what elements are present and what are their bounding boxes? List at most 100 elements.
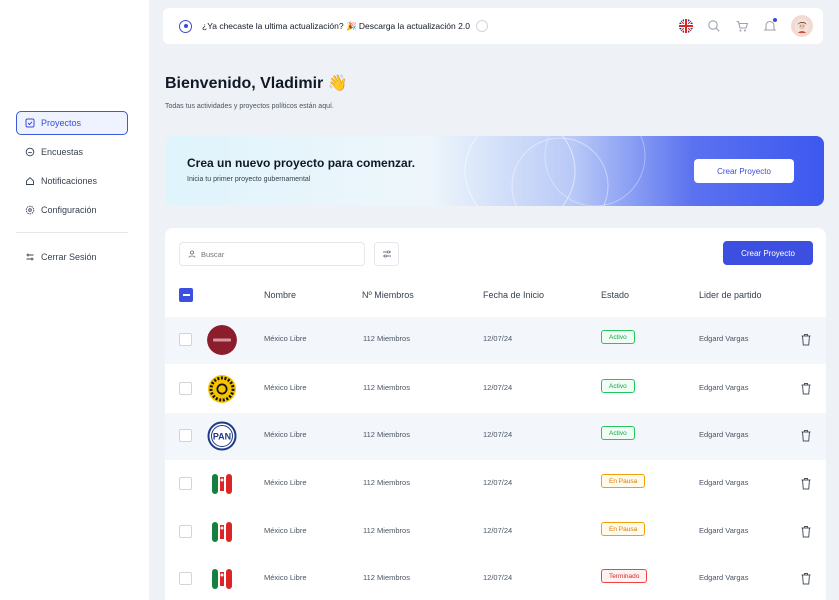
party-leader: Edgard Vargas [699, 334, 749, 343]
notification-bell-icon[interactable] [763, 18, 777, 33]
project-date: 12/07/24 [483, 526, 513, 535]
column-header-miembros[interactable]: Nº Miembros [362, 290, 414, 300]
party-leader: Edgard Vargas [699, 430, 749, 439]
pri-logo [207, 469, 237, 499]
project-date: 12/07/24 [483, 430, 513, 439]
prd-sun-logo [207, 374, 237, 404]
table-row[interactable]: PAN México Libre 112 Miembros 12/07/24 A… [165, 413, 826, 460]
pan-logo: PAN [207, 421, 237, 451]
banner-create-project-button[interactable]: Crear Proyecto [694, 159, 794, 183]
party-leader: Edgard Vargas [699, 383, 749, 392]
banner-title: Crea un nuevo proyecto para comenzar. [187, 156, 416, 170]
project-date: 12/07/24 [483, 383, 513, 392]
select-all-checkbox[interactable] [179, 288, 193, 302]
project-members: 112 Miembros [363, 573, 410, 582]
project-members: 112 Miembros [363, 383, 410, 392]
row-checkbox[interactable] [179, 477, 192, 490]
row-checkbox[interactable] [179, 382, 192, 395]
filter-button[interactable] [374, 242, 399, 266]
status-badge: Activo [601, 330, 635, 344]
sidebar-item-notificaciones[interactable]: Notificaciones [16, 169, 128, 193]
project-name: México Libre [264, 526, 307, 535]
table-row[interactable]: México Libre 112 Miembros 12/07/24 Activ… [165, 366, 826, 413]
column-header-lider[interactable]: Lider de partido [699, 290, 762, 300]
page-title: Bienvenido, Vladimir 👋 [165, 75, 348, 92]
sidebar: Proyectos Encuestas Notificaciones Confi… [0, 0, 149, 600]
logout-label: Cerrar Sesión [41, 252, 97, 262]
topbar-actions [679, 15, 813, 37]
project-date: 12/07/24 [483, 478, 513, 487]
project-name: México Libre [264, 383, 307, 392]
sidebar-item-proyectos[interactable]: Proyectos [16, 111, 128, 135]
trash-icon[interactable] [800, 525, 812, 538]
notification-dot [773, 18, 777, 22]
create-project-banner: Crea un nuevo proyecto para comenzar. In… [165, 136, 824, 206]
trash-icon[interactable] [800, 572, 812, 585]
project-date: 12/07/24 [483, 334, 513, 343]
status-badge: En Pausa [601, 474, 646, 488]
project-name: México Libre [264, 573, 307, 582]
create-project-button[interactable]: Crear Proyecto [723, 241, 813, 265]
announcement-text[interactable]: ¿Ya checaste la ultima actualización? 🎉 … [202, 21, 470, 32]
sidebar-item-encuestas[interactable]: Encuestas [16, 140, 128, 164]
table-header: Nombre Nº Miembros Fecha de Inicio Estad… [165, 284, 826, 308]
column-header-fecha[interactable]: Fecha de Inicio [483, 290, 544, 300]
update-icon [179, 19, 192, 33]
column-header-estado[interactable]: Estado [601, 290, 629, 300]
search-box[interactable] [179, 242, 365, 266]
search-input[interactable] [201, 249, 351, 259]
status-badge: Terminado [601, 569, 648, 583]
filter-icon [382, 250, 391, 258]
trash-icon[interactable] [800, 429, 812, 442]
row-checkbox[interactable] [179, 429, 192, 442]
sidebar-item-label: Notificaciones [41, 176, 98, 186]
status-badge: En Pausa [601, 522, 646, 536]
row-checkbox[interactable] [179, 572, 192, 585]
project-members: 112 Miembros [363, 478, 410, 487]
table-row[interactable]: México Libre 112 Miembros 12/07/24 Termi… [165, 556, 826, 600]
projects-table-card: Crear Proyecto Nombre Nº Miembros Fecha … [165, 228, 826, 600]
bell-icon [25, 176, 35, 186]
party-leader: Edgard Vargas [699, 573, 749, 582]
gear-icon [25, 205, 35, 215]
sidebar-item-label: Configuración [41, 205, 97, 215]
trash-icon[interactable] [800, 477, 812, 490]
cart-icon[interactable] [735, 19, 749, 33]
party-leader: Edgard Vargas [699, 526, 749, 535]
table-row[interactable]: México Libre 112 Miembros 12/07/24 Activ… [165, 317, 826, 364]
page-subtitle: Todas tus actividades y proyectos políti… [165, 103, 334, 110]
table-row[interactable]: México Libre 112 Miembros 12/07/24 En Pa… [165, 509, 826, 556]
project-name: México Libre [264, 430, 307, 439]
project-name: México Libre [264, 478, 307, 487]
mexico-libre-logo [207, 325, 237, 355]
row-checkbox[interactable] [179, 525, 192, 538]
project-members: 112 Miembros [363, 526, 410, 535]
row-checkbox[interactable] [179, 333, 192, 346]
search-icon[interactable] [707, 19, 721, 33]
sidebar-item-configuracion[interactable]: Configuración [16, 198, 128, 222]
trash-icon[interactable] [800, 382, 812, 395]
sidebar-divider [16, 232, 128, 233]
status-badge: Activo [601, 426, 635, 440]
project-members: 112 Miembros [363, 334, 410, 343]
project-icon [25, 118, 35, 128]
sidebar-item-label: Encuestas [41, 147, 84, 157]
sidebar-item-label: Proyectos [41, 118, 82, 128]
avatar[interactable] [791, 15, 813, 37]
survey-icon [25, 147, 35, 157]
project-members: 112 Miembros [363, 430, 410, 439]
trash-icon[interactable] [800, 333, 812, 346]
pri-logo [207, 517, 237, 547]
project-date: 12/07/24 [483, 573, 513, 582]
banner-subtitle: Inicia tu primer proyecto gubernamental [187, 176, 311, 183]
logout-button[interactable]: Cerrar Sesión [16, 245, 128, 269]
table-row[interactable]: México Libre 112 Miembros 12/07/24 En Pa… [165, 461, 826, 508]
party-leader: Edgard Vargas [699, 478, 749, 487]
svg-text:PAN: PAN [213, 432, 231, 442]
project-name: México Libre [264, 334, 307, 343]
user-search-icon [188, 250, 196, 258]
uk-flag-icon[interactable] [679, 19, 693, 33]
topbar: ¿Ya checaste la ultima actualización? 🎉 … [163, 8, 823, 44]
pri-logo [207, 564, 237, 594]
column-header-nombre[interactable]: Nombre [264, 290, 296, 300]
